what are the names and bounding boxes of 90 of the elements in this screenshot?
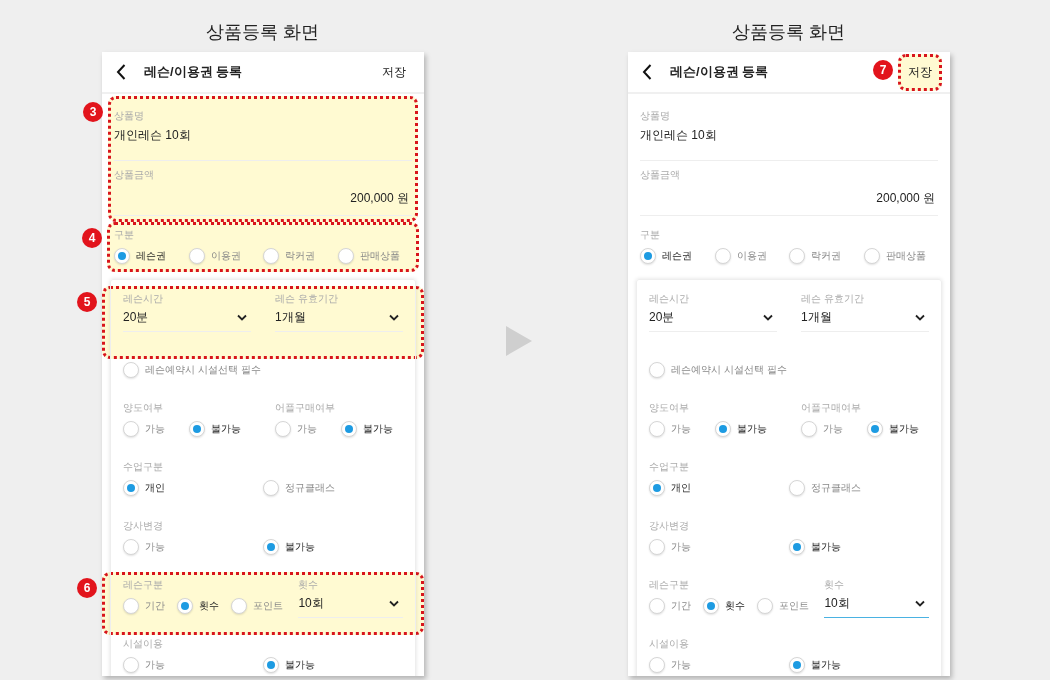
field-label: 횟수 [298,579,320,591]
input-field[interactable]: 개인레슨 10회 [640,126,938,144]
input-field[interactable]: 개인레슨 10회 [114,126,412,144]
save-button[interactable]: 저장 [376,57,412,87]
field-label: 어플구매여부 [275,402,336,414]
field-label: 수업구분 [123,461,164,473]
radio-option[interactable]: 가능 [801,420,851,438]
field-label: 상품금액 [114,169,155,181]
back-icon [116,64,126,80]
chevron-down-icon [389,313,399,321]
chevron-down-icon [389,599,399,607]
radio-option[interactable]: 포인트 [757,597,809,615]
field-label: 레슨 유효기간 [275,293,339,305]
screen-caption: 상품등록 화면 [732,21,846,44]
radio-option[interactable]: 이용권 [714,247,789,265]
step-badge: 6 [77,578,97,598]
radio-option[interactable]: 레슨예약시 시설선택 필수 [649,361,929,379]
radio-option[interactable]: 개인 [649,479,789,497]
field-label: 레슨구분 [649,579,690,591]
radio-option[interactable]: 가능 [649,538,789,556]
radio-option[interactable]: 불가능 [189,420,241,438]
radio-option[interactable]: 불가능 [263,538,403,556]
screen-caption: 상품등록 화면 [206,21,320,44]
step-badge: 4 [82,228,102,248]
save-button[interactable]: 저장 [902,57,938,87]
back-icon [642,64,652,80]
radio-option[interactable]: 기간 [123,597,171,615]
radio-option[interactable]: 가능 [123,656,263,674]
field-label: 레슨시간 [123,293,164,305]
field-label: 레슨구분 [123,579,164,591]
select-field[interactable]: 1개월 [275,307,403,332]
input-field[interactable]: 200,000 원 [640,189,938,207]
radio-option[interactable]: 레슨예약시 시설선택 필수 [123,361,403,379]
field-label: 구분 [640,229,661,241]
field-label: 상품명 [114,110,145,122]
radio-option[interactable]: 횟수 [177,597,225,615]
radio-option[interactable]: 레슨권 [114,247,189,265]
field-label: 어플구매여부 [801,402,862,414]
radio-option[interactable]: 포인트 [231,597,283,615]
radio-option[interactable]: 불가능 [789,656,929,674]
field-label: 강사변경 [123,520,164,532]
screen-title: 레슨/이용권 등록 [144,63,243,81]
select-field[interactable]: 10회 [298,593,403,618]
radio-option[interactable]: 락커권 [263,247,338,265]
radio-option[interactable]: 횟수 [703,597,751,615]
radio-option[interactable]: 가능 [649,420,699,438]
radio-option[interactable]: 불가능 [789,538,929,556]
field-label: 시설이용 [649,638,690,650]
field-label: 양도여부 [123,402,164,414]
radio-option[interactable]: 개인 [123,479,263,497]
radio-option[interactable]: 정규클래스 [263,479,403,497]
highlight-box [898,53,942,91]
radio-option[interactable]: 판매상품 [337,247,412,265]
radio-option[interactable]: 락커권 [789,247,864,265]
field-label: 강사변경 [649,520,690,532]
radio-option[interactable]: 기간 [649,597,697,615]
radio-option[interactable]: 가능 [123,420,173,438]
radio-option[interactable]: 불가능 [715,420,767,438]
input-field[interactable]: 200,000 원 [114,189,412,207]
field-label: 수업구분 [649,461,690,473]
radio-option[interactable]: 가능 [649,656,789,674]
screen-title: 레슨/이용권 등록 [670,63,769,81]
select-field[interactable]: 1개월 [801,307,929,332]
select-field[interactable]: 20분 [123,307,251,332]
field-label: 상품명 [640,110,671,122]
radio-option[interactable]: 가능 [275,420,325,438]
step-badge: 3 [83,102,103,122]
radio-option[interactable]: 불가능 [341,420,393,438]
radio-option[interactable]: 가능 [123,538,263,556]
field-label: 시설이용 [123,638,164,650]
field-label: 양도여부 [649,402,690,414]
chevron-down-icon [763,313,773,321]
chevron-down-icon [915,599,925,607]
chevron-down-icon [237,313,247,321]
radio-option[interactable]: 레슨권 [640,247,715,265]
select-field[interactable]: 10회 [824,593,929,618]
select-field[interactable]: 20분 [649,307,777,332]
radio-option[interactable]: 불가능 [263,656,403,674]
field-label: 상품금액 [640,169,681,181]
field-label: 레슨시간 [649,293,690,305]
step-badge: 5 [77,292,97,312]
radio-option[interactable]: 이용권 [188,247,263,265]
field-label: 레슨 유효기간 [801,293,865,305]
radio-option[interactable]: 판매상품 [863,247,938,265]
field-label: 구분 [114,229,135,241]
chevron-down-icon [915,313,925,321]
play-arrow-icon [506,326,532,356]
field-label: 횟수 [824,579,846,591]
radio-option[interactable]: 정규클래스 [789,479,929,497]
radio-option[interactable]: 불가능 [867,420,919,438]
